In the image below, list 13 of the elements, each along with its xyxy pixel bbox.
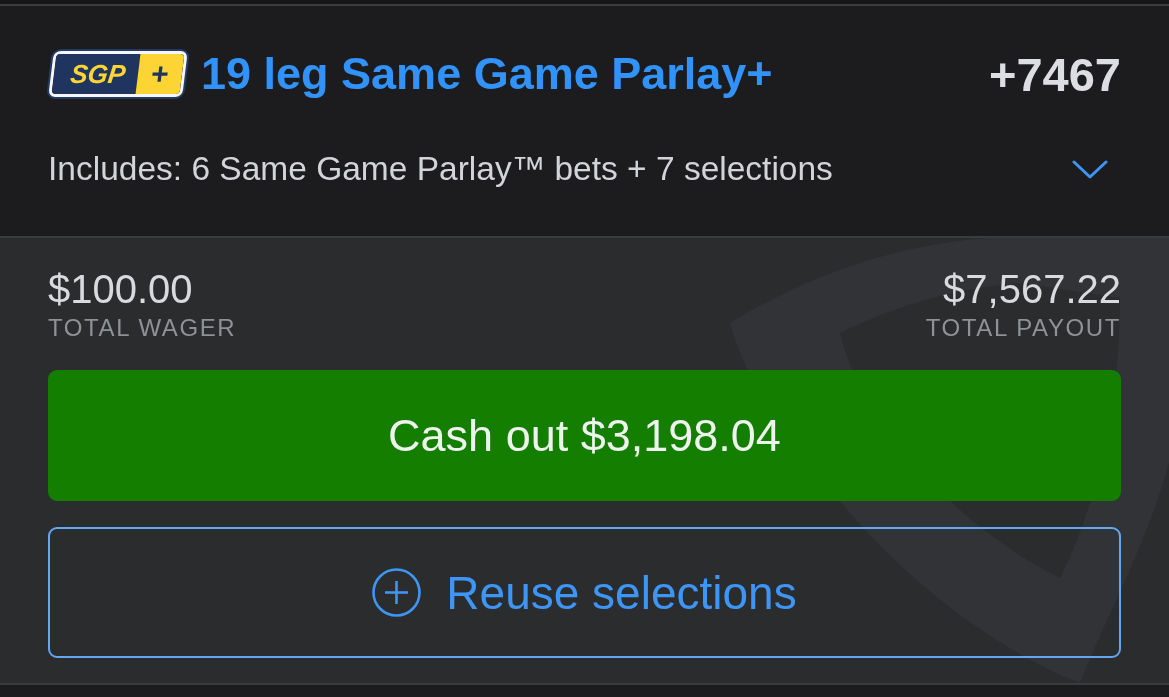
chevron-down-icon[interactable] <box>1072 159 1108 179</box>
total-amount: $100.00 <box>48 268 193 310</box>
total-label: TOTAL PAYOUT <box>925 315 1121 341</box>
odds-value: +7467 <box>989 46 1121 102</box>
total-label: TOTAL WAGER <box>48 315 237 341</box>
includes-summary: Includes: 6 Same Game Parlay™ bets + 7 selections <box>48 150 833 188</box>
badge-plus: + <box>135 54 185 94</box>
reuse-selections-button[interactable]: Reuse selections <box>48 527 1121 658</box>
cash-out-button[interactable]: Cash out $3,198.04 <box>48 370 1121 501</box>
parlay-title: 19 leg Same Game Parlay+ <box>201 48 773 100</box>
total-amount: $7,567.22 <box>943 268 1121 310</box>
badge-label: SGP <box>51 54 141 94</box>
plus-circle-icon <box>372 568 422 617</box>
